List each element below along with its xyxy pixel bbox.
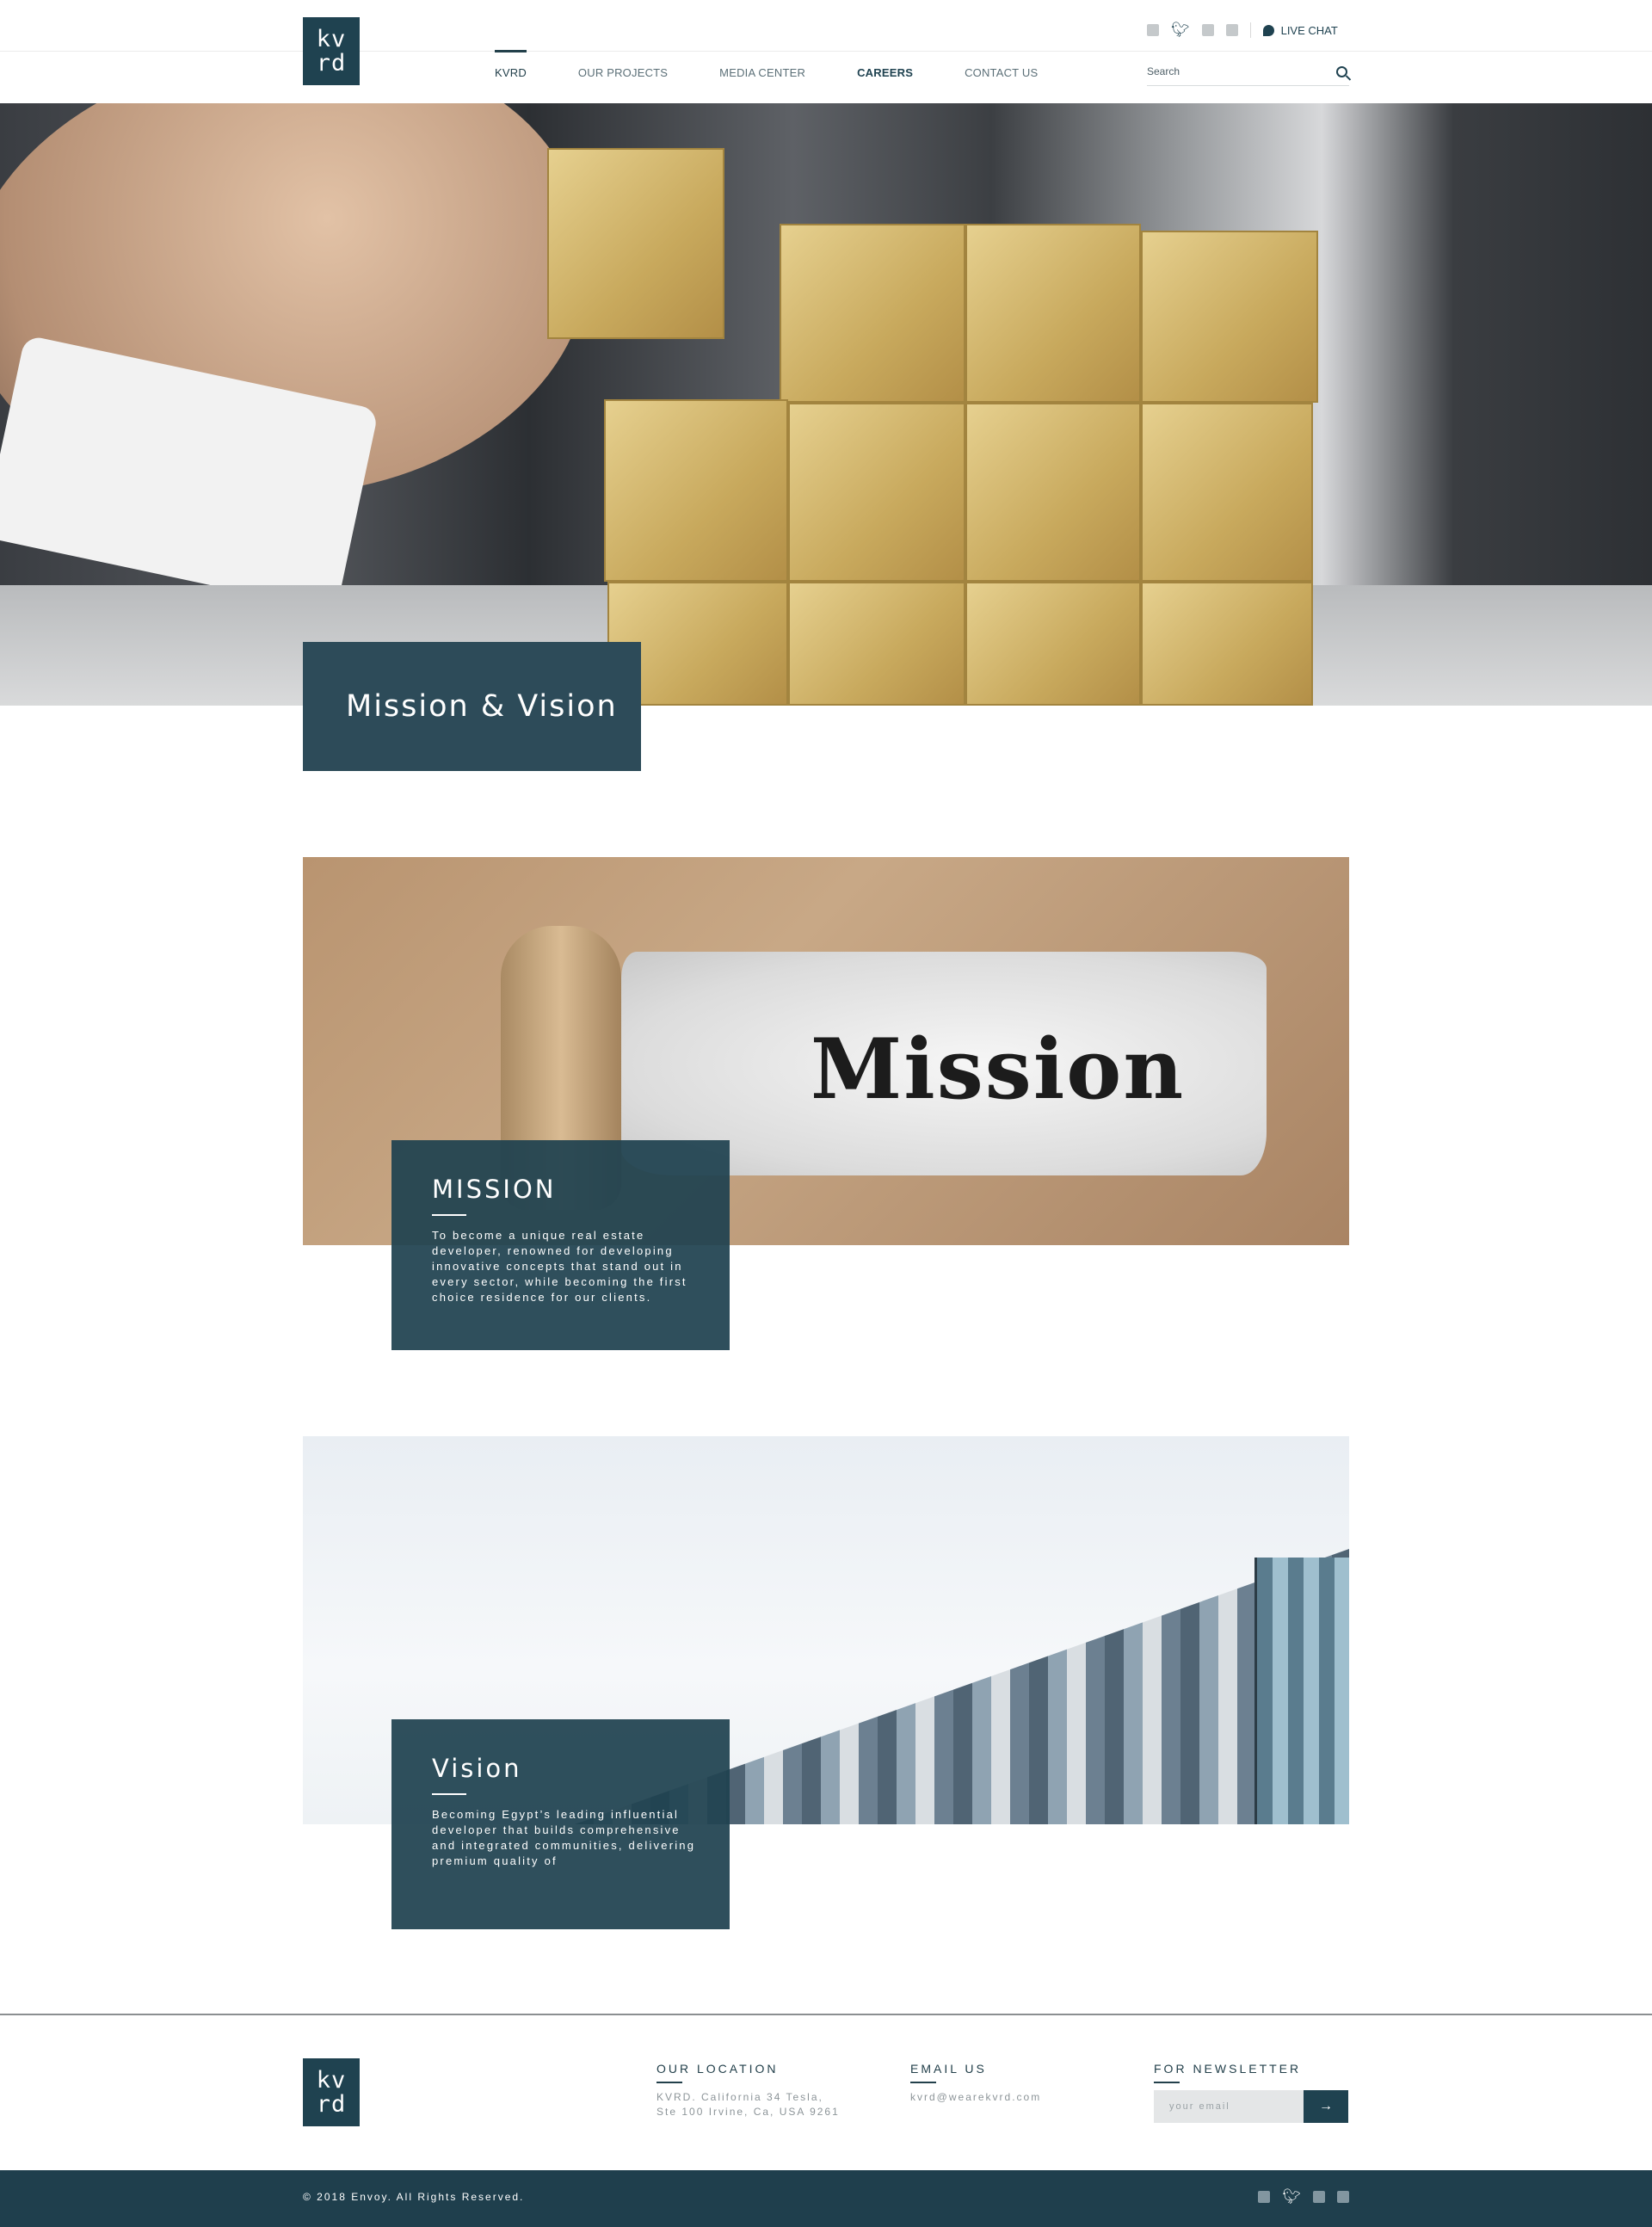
newsletter-email-input[interactable] <box>1154 2090 1304 2123</box>
vision-card: Vision Becoming Egypt’s leading influent… <box>391 1719 730 1929</box>
nav-our-projects[interactable]: OUR PROJECTS <box>578 52 668 103</box>
live-chat-link[interactable]: LIVE CHAT <box>1262 23 1338 37</box>
chat-bubble-icon <box>1262 24 1274 36</box>
wooden-block <box>788 403 965 582</box>
copyright-text: © 2018 Envoy. All Rights Reserved. <box>303 2191 525 2203</box>
mission-underline <box>432 1214 466 1216</box>
vision-text: Becoming Egypt’s leading influential dev… <box>432 1808 696 1867</box>
location-title: OUR LOCATION <box>656 2062 779 2076</box>
location-text: KVRD. California 34 Tesla, Ste 100 Irvin… <box>656 2091 840 2118</box>
newsletter-submit-button[interactable]: → <box>1304 2090 1348 2123</box>
footer-social-links: 🐦︎ <box>1258 2189 1349 2204</box>
instagram-icon[interactable] <box>1313 2191 1325 2203</box>
vision-heading: Vision <box>432 1754 522 1783</box>
nav-careers[interactable]: CAREERS <box>857 52 913 103</box>
mission-text: To become a unique real estate developer… <box>432 1229 687 1304</box>
twitter-icon[interactable]: 🐦︎ <box>1282 2189 1301 2204</box>
mission-heading: MISSION <box>432 1175 557 1204</box>
footer-bottom-bar <box>0 2170 1652 2227</box>
instagram-icon[interactable] <box>1201 24 1214 36</box>
footer-newsletter: FOR NEWSLETTER → <box>1154 2062 1348 2123</box>
footer-location: OUR LOCATION KVRD. California 34 Tesla, … <box>656 2062 840 2119</box>
email-link[interactable]: kvrd@wearekvrd.com <box>910 2090 1041 2105</box>
footer-logo[interactable]: kv rd <box>303 2058 360 2126</box>
footer-divider <box>0 2014 1652 2015</box>
wooden-block <box>965 403 1141 582</box>
logo-line-2: rd <box>316 2090 347 2118</box>
email-title: EMAIL US <box>910 2062 987 2076</box>
logo-line-2: rd <box>316 49 347 77</box>
vision-underline <box>432 1793 466 1795</box>
wooden-block <box>780 224 965 403</box>
live-chat-label: LIVE CHAT <box>1280 23 1338 37</box>
header-social-links: 🐦︎ LIVE CHAT <box>1147 22 1338 38</box>
building-glass-tower <box>1254 1558 1349 1824</box>
nav-media-center[interactable]: MEDIA CENTER <box>719 52 805 103</box>
nav-kvrd[interactable]: KVRD <box>495 50 527 103</box>
wooden-block <box>1141 582 1313 706</box>
main-nav: KVRD OUR PROJECTS MEDIA CENTER CAREERS C… <box>495 50 1089 103</box>
wooden-block <box>965 582 1141 706</box>
search-box <box>1147 62 1349 86</box>
newsletter-title: FOR NEWSLETTER <box>1154 2062 1302 2076</box>
wooden-block <box>547 148 724 339</box>
location-underline <box>656 2082 682 2083</box>
wooden-block <box>1141 231 1318 403</box>
twitter-icon[interactable]: 🐦︎ <box>1171 22 1190 37</box>
wooden-block <box>788 582 965 706</box>
facebook-icon[interactable] <box>1258 2191 1271 2203</box>
wooden-block <box>604 399 788 582</box>
newsletter-form: → <box>1154 2090 1348 2123</box>
linkedin-icon[interactable] <box>1337 2191 1349 2203</box>
wooden-block <box>1141 403 1313 582</box>
kvrd-logo[interactable]: kv rd <box>303 17 360 85</box>
wooden-block <box>965 224 1141 403</box>
logo-line-1: kv <box>316 25 347 52</box>
facebook-icon[interactable] <box>1147 24 1159 36</box>
footer-email: EMAIL US kvrd@wearekvrd.com <box>910 2062 1041 2105</box>
mission-card: MISSION To become a unique real estate d… <box>391 1140 730 1350</box>
email-underline <box>910 2082 936 2083</box>
page-title: Mission & Vision <box>346 689 618 724</box>
hero-image <box>0 103 1652 706</box>
linkedin-icon[interactable] <box>1225 24 1238 36</box>
header-separator <box>1249 22 1251 38</box>
newsletter-underline <box>1154 2082 1180 2083</box>
mission-image-word: Mission <box>811 1021 1186 1118</box>
search-input[interactable] <box>1147 62 1319 77</box>
search-icon[interactable] <box>1336 66 1347 77</box>
page-title-box: Mission & Vision <box>303 642 641 771</box>
nav-contact-us[interactable]: CONTACT US <box>965 52 1038 103</box>
logo-line-1: kv <box>316 2066 347 2094</box>
